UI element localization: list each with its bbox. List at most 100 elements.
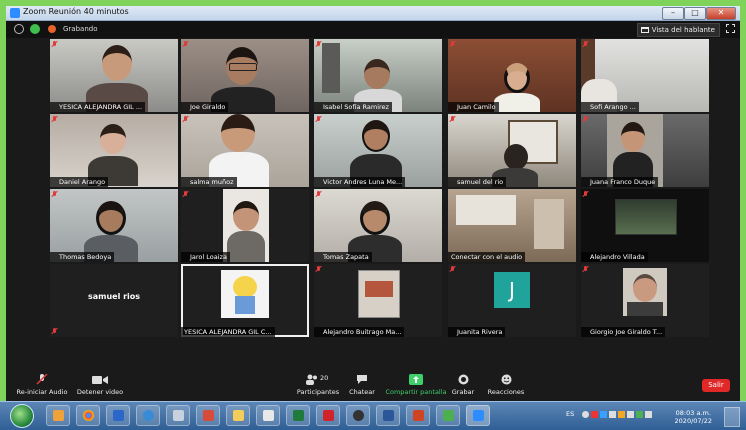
system-tray: ES 08:03 a.m. 2020/07/22: [562, 405, 742, 427]
muted-mic-icon: [316, 116, 321, 122]
close-button[interactable]: ✕: [706, 7, 736, 20]
powerpoint-icon: [413, 410, 424, 421]
video-tile[interactable]: Alejandro Villada: [581, 189, 709, 262]
participants-count: 20: [320, 374, 329, 382]
video-tile[interactable]: Daniel Arango: [50, 114, 178, 187]
participant-display-name: samuel rios: [87, 292, 141, 301]
video-tile[interactable]: Joe Giraldo: [181, 39, 309, 112]
video-tile[interactable]: Alejandro Buitrago Ma...: [314, 264, 442, 337]
video-tile[interactable]: Jarol Loaiza: [181, 189, 309, 262]
video-tile[interactable]: Sofi Arango ...: [581, 39, 709, 112]
taskbar-app[interactable]: [376, 405, 400, 426]
stop-video-button[interactable]: Detener video: [68, 374, 132, 396]
participant-name: Alejandro Villada: [581, 252, 648, 262]
video-tile[interactable]: Juan Camilo: [448, 39, 576, 112]
recording-label: Grabando: [63, 25, 98, 33]
muted-mic-icon: [52, 116, 57, 122]
speaker-view-button[interactable]: Vista del hablante: [636, 23, 720, 37]
video-tile-active[interactable]: YESICA ALEJANDRA GIL C...: [181, 264, 309, 337]
participant-name: Daniel Arango: [50, 177, 109, 187]
taskbar-app-zoom[interactable]: [466, 405, 490, 426]
folder-icon: [233, 410, 244, 421]
reactions-icon: [501, 374, 511, 385]
taskbar-app[interactable]: [226, 405, 250, 426]
pdf-icon: [323, 410, 334, 421]
leave-button[interactable]: Salir: [702, 379, 730, 392]
participant-name: Alejandro Buitrago Ma...: [314, 327, 405, 337]
shield-icon[interactable]: [30, 24, 40, 34]
video-tile[interactable]: Victor Andres Luna Me...: [314, 114, 442, 187]
taskbar-app[interactable]: [286, 405, 310, 426]
zoom-window: Zoom Reunión 40 minutos – □ ✕ Grabando V…: [6, 6, 740, 401]
participant-name: samuel del rio: [448, 177, 507, 187]
tray-icons[interactable]: [582, 411, 660, 421]
start-button[interactable]: [10, 404, 34, 428]
participant-name: Juan Camilo: [448, 102, 499, 112]
muted-mic-icon: [316, 191, 321, 197]
participant-name: Isabel Sofía Ramirez: [314, 102, 392, 112]
video-tile[interactable]: samuel del rio: [448, 114, 576, 187]
video-tile[interactable]: Conectar con el audio: [448, 189, 576, 262]
participant-name: Juanita Rivera: [448, 327, 506, 337]
chrome-icon: [83, 410, 94, 421]
maximize-button[interactable]: □: [684, 7, 706, 20]
muted-mic-icon: [52, 328, 57, 334]
video-tile[interactable]: samuel rios: [50, 264, 178, 337]
taskbar-app[interactable]: [196, 405, 220, 426]
muted-mic-icon: [450, 266, 455, 272]
meeting-toolbar: Re-iniciar Audio Detener video 20 Partic…: [6, 370, 740, 401]
taskbar-app[interactable]: [256, 405, 280, 426]
video-tile[interactable]: Isabel Sofía Ramirez: [314, 39, 442, 112]
video-tile[interactable]: J Juanita Rivera: [448, 264, 576, 337]
participant-name: Juana Franco Duque: [581, 177, 659, 187]
share-screen-icon: [409, 374, 423, 385]
video-tile[interactable]: salma muñoz: [181, 114, 309, 187]
taskbar-app[interactable]: [76, 405, 100, 426]
muted-mic-icon: [450, 116, 455, 122]
taskbar-app[interactable]: [166, 405, 190, 426]
language-indicator[interactable]: ES: [566, 410, 574, 418]
muted-mic-icon: [316, 266, 321, 272]
taskbar-app[interactable]: [406, 405, 430, 426]
taskbar-app[interactable]: [106, 405, 130, 426]
muted-mic-icon: [583, 266, 588, 272]
record-icon: [458, 374, 468, 385]
taskbar-app[interactable]: [46, 405, 70, 426]
reactions-button[interactable]: Reacciones: [474, 374, 538, 396]
taskbar-app[interactable]: [316, 405, 340, 426]
taskbar-app[interactable]: [436, 405, 460, 426]
show-desktop-button[interactable]: [724, 407, 740, 427]
media-player-icon: [53, 410, 64, 421]
clock[interactable]: 08:03 a.m. 2020/07/22: [675, 409, 712, 425]
participant-name: salma muñoz: [181, 177, 237, 187]
muted-mic-icon: [183, 116, 188, 122]
fullscreen-icon[interactable]: [726, 24, 735, 33]
muted-mic-icon: [583, 116, 588, 122]
video-tile[interactable]: Tomas Zapata: [314, 189, 442, 262]
ie-icon: [143, 410, 154, 421]
audio-button[interactable]: Re-iniciar Audio: [10, 374, 74, 396]
video-tile[interactable]: YESICA ALEJANDRA GIL ...: [50, 39, 178, 112]
video-tile[interactable]: Juana Franco Duque: [581, 114, 709, 187]
title-bar: Zoom Reunión 40 minutos – □ ✕: [6, 6, 740, 21]
minimize-button[interactable]: –: [662, 7, 684, 20]
gallery-view: YESICA ALEJANDRA GIL ... Joe Giraldo Isa…: [6, 38, 740, 370]
video-camera-icon: [92, 376, 108, 384]
participant-name: Joe Giraldo: [181, 102, 229, 112]
recording-icon: [48, 25, 56, 33]
muted-mic-icon: [316, 41, 321, 47]
grid-icon: [640, 27, 649, 33]
participant-name: Conectar con el audio: [448, 252, 526, 262]
video-tile[interactable]: Thomas Bedoya: [50, 189, 178, 262]
excel-icon: [293, 410, 304, 421]
chat-icon: [357, 375, 367, 384]
info-icon[interactable]: [14, 24, 24, 34]
video-tile[interactable]: Giorgio Joe Giraldo T...: [581, 264, 709, 337]
muted-mic-icon: [52, 191, 57, 197]
zoom-app-icon: [10, 8, 20, 18]
app-icon: [353, 410, 364, 421]
taskbar-app[interactable]: [346, 405, 370, 426]
taskbar-app[interactable]: [136, 405, 160, 426]
muted-mic-icon: [52, 41, 57, 47]
muted-mic-icon: [583, 191, 588, 197]
